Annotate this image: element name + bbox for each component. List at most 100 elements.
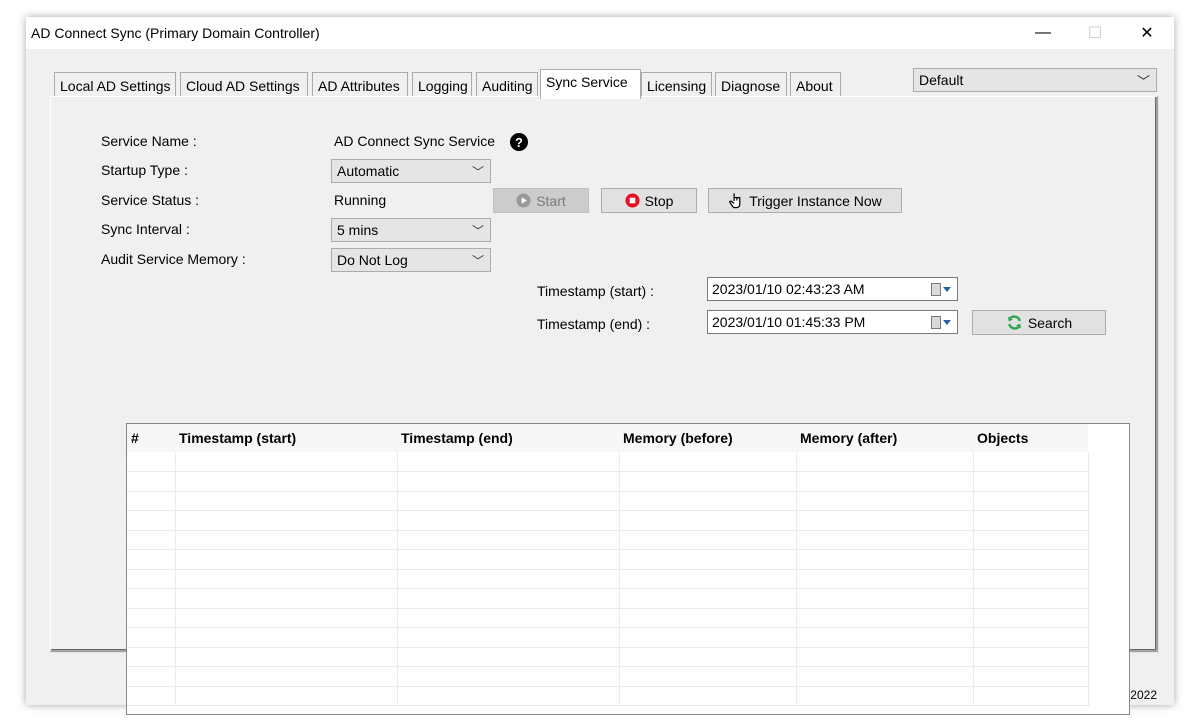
refresh-icon — [1007, 315, 1021, 330]
table-cell — [796, 647, 974, 667]
calendar-dropdown-icon[interactable] — [931, 314, 951, 330]
profile-select-value: Default — [919, 72, 964, 88]
tab-sync-service[interactable]: Sync Service — [540, 69, 641, 99]
table-cell — [619, 549, 797, 570]
search-button[interactable]: Search — [972, 310, 1106, 335]
window-title: AD Connect Sync (Primary Domain Controll… — [31, 25, 320, 41]
maximize-button: ☐ — [1087, 25, 1103, 42]
table-cell — [619, 452, 797, 472]
timestamp-start-picker[interactable]: 2023/01/10 02:43:23 AM — [707, 277, 958, 301]
title-bar[interactable]: AD Connect Sync (Primary Domain Controll… — [26, 17, 1174, 49]
column-header-memory-after[interactable]: Memory (after) — [796, 424, 973, 452]
startup-type-value: Automatic — [337, 163, 400, 179]
tab-cloud-ad-settings[interactable]: Cloud AD Settings — [180, 72, 308, 97]
audit-memory-value: Do Not Log — [337, 252, 408, 268]
table-row[interactable] — [127, 569, 1089, 589]
table-cell — [127, 549, 176, 570]
hand-pointer-icon — [729, 193, 741, 209]
table-row[interactable] — [127, 530, 1089, 550]
service-name-value: AD Connect Sync Service — [334, 133, 496, 149]
table-cell — [397, 608, 620, 628]
column-header-timestamp-start[interactable]: Timestamp (start) — [175, 424, 397, 452]
calendar-dropdown-icon[interactable] — [931, 281, 951, 297]
table-cell — [127, 627, 176, 648]
audit-memory-select[interactable]: Do Not Log ﹀ — [331, 248, 491, 272]
table-row[interactable] — [127, 588, 1089, 609]
tab-licensing[interactable]: Licensing — [641, 72, 712, 97]
table-cell — [175, 549, 398, 570]
sync-history-grid[interactable]: # Timestamp (start) Timestamp (end) Memo… — [126, 423, 1130, 715]
tab-about[interactable]: About — [790, 72, 841, 97]
chevron-down-icon: ﹀ — [1136, 74, 1150, 89]
minimize-button[interactable]: — — [1020, 17, 1066, 49]
close-button[interactable]: ✕ — [1124, 17, 1170, 49]
table-cell — [397, 588, 620, 609]
table-row[interactable] — [127, 666, 1089, 687]
column-header-number[interactable]: # — [127, 424, 175, 452]
table-cell — [619, 627, 797, 648]
stop-button[interactable]: Stop — [601, 188, 697, 213]
help-icon[interactable]: ? — [510, 133, 528, 151]
timestamp-end-picker[interactable]: 2023/01/10 01:45:33 PM — [707, 310, 958, 334]
table-cell — [619, 491, 797, 511]
table-cell — [397, 647, 620, 667]
service-name-label: Service Name : — [101, 133, 197, 149]
tab-logging[interactable]: Logging — [412, 72, 472, 97]
table-row[interactable] — [127, 510, 1089, 531]
table-row[interactable] — [127, 647, 1089, 667]
table-cell — [175, 608, 398, 628]
table-cell — [175, 530, 398, 550]
tab-diagnose[interactable]: Diagnose — [715, 72, 787, 97]
trigger-button-label: Trigger Instance Now — [749, 192, 882, 209]
table-cell — [973, 569, 1089, 589]
table-row[interactable] — [127, 491, 1089, 511]
table-cell — [397, 666, 620, 687]
tab-ad-attributes[interactable]: AD Attributes — [312, 72, 408, 97]
startup-type-select[interactable]: Automatic ﹀ — [331, 159, 491, 183]
column-header-objects[interactable]: Objects — [973, 424, 1088, 452]
table-cell — [796, 569, 974, 589]
profile-select[interactable]: Default ﹀ — [913, 68, 1157, 92]
table-cell — [973, 530, 1089, 550]
table-cell — [127, 471, 176, 492]
trigger-instance-button[interactable]: Trigger Instance Now — [708, 188, 902, 213]
table-cell — [796, 608, 974, 628]
column-header-timestamp-end[interactable]: Timestamp (end) — [397, 424, 619, 452]
sync-interval-label: Sync Interval : — [101, 221, 190, 237]
table-cell — [175, 491, 398, 511]
table-cell — [175, 627, 398, 648]
table-cell — [619, 569, 797, 589]
table-cell — [397, 569, 620, 589]
table-row[interactable] — [127, 686, 1089, 706]
table-cell — [973, 510, 1089, 531]
table-cell — [127, 608, 176, 628]
chevron-down-icon: ﹀ — [471, 254, 484, 268]
table-cell — [796, 452, 974, 472]
sync-service-panel: Service Name : AD Connect Sync Service ?… — [50, 96, 1158, 715]
table-cell — [973, 588, 1089, 609]
table-row[interactable] — [127, 471, 1089, 492]
table-cell — [397, 491, 620, 511]
table-row[interactable] — [127, 627, 1089, 648]
table-row[interactable] — [127, 549, 1089, 570]
table-cell — [127, 452, 176, 472]
table-cell — [619, 510, 797, 531]
table-cell — [973, 666, 1089, 687]
column-header-memory-before[interactable]: Memory (before) — [619, 424, 796, 452]
table-row[interactable] — [127, 608, 1089, 628]
grid-body — [127, 452, 1089, 706]
service-status-value: Running — [334, 192, 387, 208]
tab-auditing[interactable]: Auditing — [476, 72, 538, 97]
table-row[interactable] — [127, 452, 1089, 472]
startup-type-label: Startup Type : — [101, 162, 188, 178]
sync-interval-select[interactable]: 5 mins ﹀ — [331, 218, 491, 242]
table-cell — [175, 569, 398, 589]
sync-interval-value: 5 mins — [337, 222, 379, 238]
table-cell — [127, 530, 176, 550]
tab-local-ad-settings[interactable]: Local AD Settings — [54, 72, 176, 97]
chevron-down-icon: ﹀ — [471, 224, 484, 238]
table-cell — [973, 471, 1089, 492]
table-cell — [397, 686, 620, 706]
table-cell — [796, 510, 974, 531]
timestamp-end-label: Timestamp (end) : — [537, 316, 651, 332]
